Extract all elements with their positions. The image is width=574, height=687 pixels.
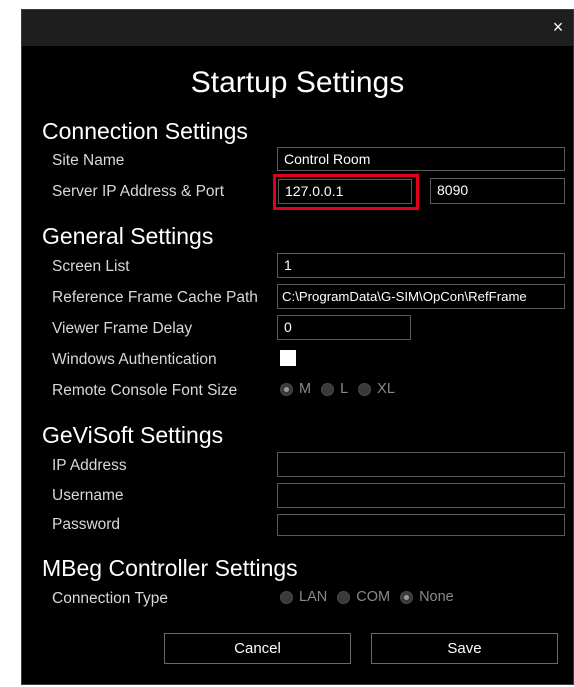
gevisoft-ip-input[interactable] [277,452,565,477]
radio-selected-icon [280,382,293,396]
connection-type-radio-group: LAN COM None [280,589,464,605]
viewer-frame-delay-label: Viewer Frame Delay [52,320,193,337]
radio-icon [337,590,351,604]
gevisoft-settings-heading: GeViSoft Settings [42,422,224,448]
gevisoft-username-label: Username [52,487,124,504]
windows-auth-label: Windows Authentication [52,351,217,368]
font-size-option-l[interactable]: L [321,381,348,397]
server-port-input[interactable]: 8090 [430,178,565,204]
connection-type-option-com[interactable]: COM [337,589,390,605]
radio-icon [321,382,335,396]
server-ip-input[interactable]: 127.0.0.1 [278,179,412,204]
screen-list-input[interactable]: 1 [277,253,565,278]
font-size-radio-group: M L XL [280,381,405,397]
startup-settings-dialog: × Startup Settings Connection Settings S… [21,9,574,685]
viewer-frame-delay-input[interactable]: 0 [277,315,411,340]
ref-frame-path-label: Reference Frame Cache Path [52,289,258,306]
gevisoft-password-label: Password [52,516,121,533]
gevisoft-username-input[interactable] [277,483,565,508]
gevisoft-password-input[interactable] [277,514,565,536]
windows-auth-checkbox[interactable] [280,350,296,366]
screen-list-label: Screen List [52,258,130,275]
font-size-label: Remote Console Font Size [52,382,238,399]
connection-type-option-lan[interactable]: LAN [280,589,327,605]
title-bar: × [22,10,573,46]
radio-selected-icon [400,590,414,604]
connection-type-label: Connection Type [52,590,169,607]
cancel-button[interactable]: Cancel [164,633,351,664]
general-settings-heading: General Settings [42,223,214,249]
ref-frame-path-input[interactable]: C:\ProgramData\G-SIM\OpCon\RefFrame [277,284,565,309]
mbeg-settings-heading: MBeg Controller Settings [42,555,298,581]
site-name-label: Site Name [52,152,125,169]
font-size-option-xl[interactable]: XL [358,381,395,397]
server-ip-port-label: Server IP Address & Port [52,183,225,200]
site-name-input[interactable]: Control Room [277,147,565,171]
connection-type-option-none[interactable]: None [400,589,454,605]
gevisoft-ip-label: IP Address [52,457,127,474]
radio-icon [280,590,293,604]
font-size-option-m[interactable]: M [280,381,311,397]
close-icon[interactable]: × [547,16,569,38]
save-button[interactable]: Save [371,633,558,664]
radio-icon [358,382,372,396]
connection-settings-heading: Connection Settings [42,118,248,144]
page-title: Startup Settings [190,66,405,99]
